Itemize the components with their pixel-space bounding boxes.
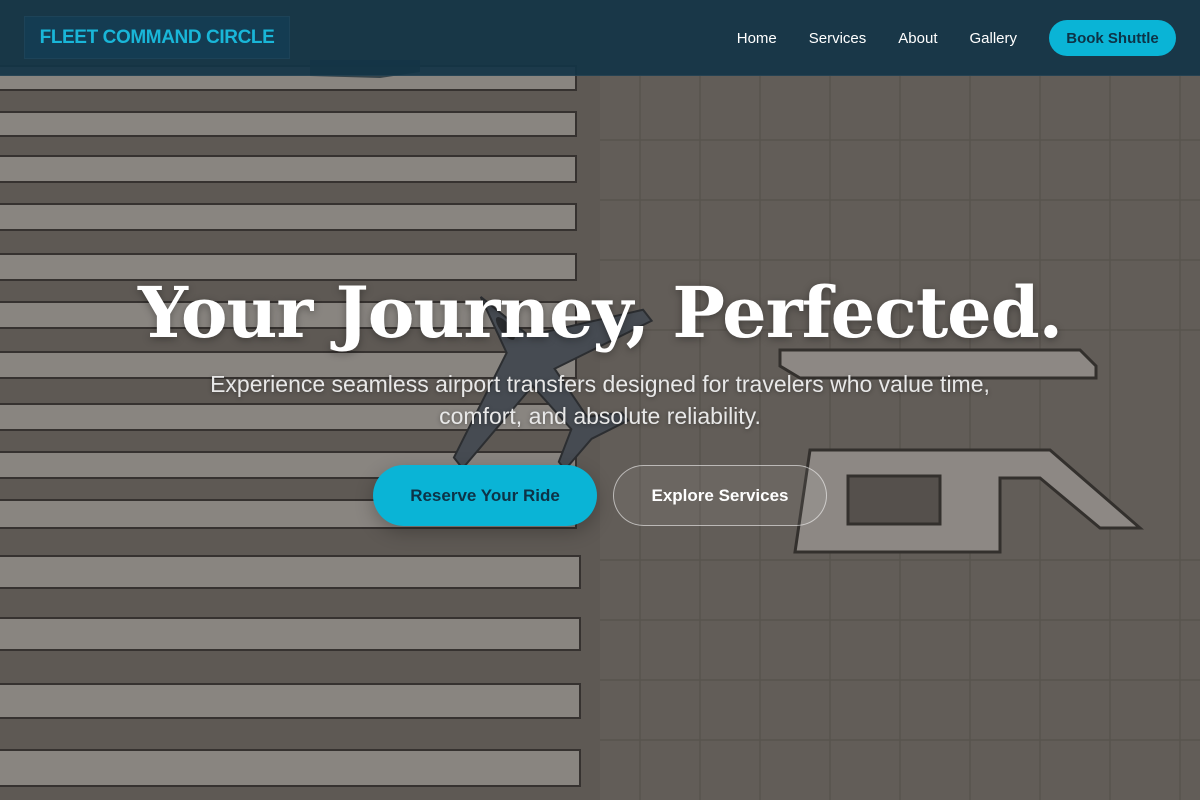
brand-logo[interactable]: FLEET COMMAND CIRCLE	[24, 16, 290, 59]
nav-link-services[interactable]: Services	[809, 30, 867, 47]
hero-title: Your Journey, Perfected.	[137, 271, 1063, 354]
book-shuttle-button[interactable]: Book Shuttle	[1049, 20, 1176, 56]
nav-link-home[interactable]: Home	[737, 30, 777, 47]
hero-cta-group: Reserve Your Ride Explore Services	[0, 465, 1200, 526]
reserve-ride-button[interactable]: Reserve Your Ride	[373, 465, 597, 526]
hero-subtitle: Experience seamless airport transfers de…	[210, 371, 990, 429]
main-nav: Home Services About Gallery Book Shuttle	[737, 0, 1176, 76]
site-header: FLEET COMMAND CIRCLE Home Services About…	[0, 0, 1200, 76]
explore-services-button[interactable]: Explore Services	[613, 465, 827, 526]
nav-link-about[interactable]: About	[898, 30, 937, 47]
page: FLEET COMMAND CIRCLE Home Services About…	[0, 0, 1200, 800]
nav-link-gallery[interactable]: Gallery	[969, 30, 1017, 47]
